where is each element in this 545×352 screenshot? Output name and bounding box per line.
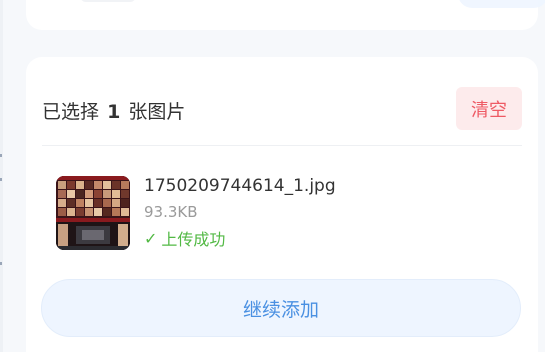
previous-card-button[interactable] bbox=[458, 0, 545, 8]
scene-area bbox=[56, 222, 130, 250]
edge-tick bbox=[0, 262, 2, 265]
upload-page: 已选择 1 张图片 清空 1750209744614_1.jpg 93.3KB … bbox=[0, 0, 545, 352]
selection-prefix: 已选择 bbox=[42, 101, 100, 123]
header-divider bbox=[42, 145, 522, 146]
left-edge-strip bbox=[0, 0, 3, 352]
checkmark-icon: ✓ bbox=[144, 228, 158, 248]
file-name: 1750209744614_1.jpg bbox=[144, 176, 336, 196]
file-size: 93.3KB bbox=[144, 203, 198, 221]
selection-suffix: 张图片 bbox=[128, 101, 186, 123]
continue-add-button[interactable]: 继续添加 bbox=[41, 279, 521, 337]
selection-header: 已选择 1 张图片 清空 bbox=[26, 57, 538, 145]
edge-tick bbox=[0, 178, 2, 181]
selection-count: 1 bbox=[107, 101, 121, 123]
upload-status-text: 上传成功 bbox=[161, 230, 226, 249]
upload-status: ✓ 上传成功 bbox=[144, 226, 225, 250]
thumbnail-image bbox=[56, 176, 130, 250]
edge-tick bbox=[0, 154, 2, 157]
selected-images-card: 已选择 1 张图片 清空 1750209744614_1.jpg 93.3KB … bbox=[26, 57, 538, 352]
clear-button[interactable]: 清空 bbox=[456, 87, 522, 130]
image-thumbnail[interactable] bbox=[56, 176, 130, 250]
file-list-item: 1750209744614_1.jpg 93.3KB ✓ 上传成功 bbox=[56, 176, 516, 250]
selection-summary: 已选择 1 张图片 bbox=[42, 97, 185, 124]
previous-card-element bbox=[80, 0, 136, 2]
previous-card bbox=[26, 0, 545, 30]
